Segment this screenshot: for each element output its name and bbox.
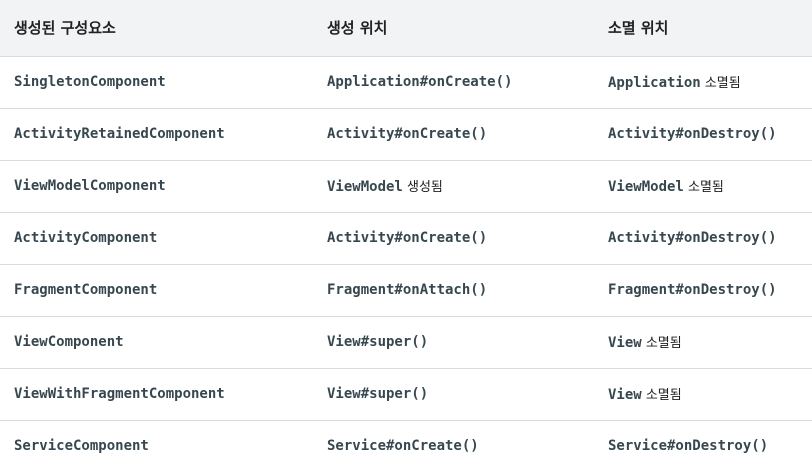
created-cell: Application#onCreate() (313, 56, 594, 109)
component-cell: ActivityRetainedComponent (0, 108, 313, 161)
component-cell: ViewWithFragmentComponent (0, 368, 313, 421)
destroyed-text: 소멸됨 (641, 336, 682, 351)
component-name: ViewComponent (14, 334, 124, 350)
destroyed-cell: Fragment#onDestroy() (594, 264, 812, 317)
table-header: 생성된 구성요소 생성 위치 소멸 위치 (0, 0, 812, 57)
header-generated-component: 생성된 구성요소 (0, 0, 313, 57)
table-row: ServiceComponent Service#onCreate() Serv… (0, 420, 812, 472)
created-code: Activity#onCreate() (327, 230, 488, 246)
created-cell: Activity#onCreate() (313, 108, 594, 161)
destroyed-cell: Activity#onDestroy() (594, 108, 812, 161)
table-row: ActivityComponent Activity#onCreate() Ac… (0, 212, 812, 265)
created-code: Application#onCreate() (327, 74, 513, 90)
destroyed-code: Activity#onDestroy() (608, 230, 777, 246)
component-name: FragmentComponent (14, 282, 158, 298)
destroyed-code: Activity#onDestroy() (608, 126, 777, 142)
created-text: 생성됨 (402, 180, 443, 195)
table-row: SingletonComponent Application#onCreate(… (0, 56, 812, 109)
component-cell: FragmentComponent (0, 264, 313, 317)
destroyed-cell: Activity#onDestroy() (594, 212, 812, 265)
destroyed-cell: View 소멸됨 (594, 368, 812, 421)
destroyed-cell: View 소멸됨 (594, 316, 812, 369)
destroyed-code: Application (608, 75, 701, 91)
table-row: ActivityRetainedComponent Activity#onCre… (0, 108, 812, 161)
table-row: ViewComponent View#super() View 소멸됨 (0, 316, 812, 369)
destroyed-text: 소멸됨 (683, 180, 724, 195)
header-row: 생성된 구성요소 생성 위치 소멸 위치 (0, 0, 812, 57)
created-cell: Activity#onCreate() (313, 212, 594, 265)
destroyed-cell: Application 소멸됨 (594, 56, 812, 109)
destroyed-code: ViewModel (608, 179, 684, 195)
component-name: SingletonComponent (14, 74, 166, 90)
destroyed-cell: ViewModel 소멸됨 (594, 160, 812, 213)
component-name: ViewModelComponent (14, 178, 166, 194)
created-cell: View#super() (313, 368, 594, 421)
component-lifetime-table: 생성된 구성요소 생성 위치 소멸 위치 SingletonComponent … (0, 0, 812, 472)
component-cell: ServiceComponent (0, 420, 313, 472)
created-code: Service#onCreate() (327, 438, 479, 455)
component-cell: ActivityComponent (0, 212, 313, 265)
created-code: ViewModel (327, 179, 403, 195)
created-cell: Fragment#onAttach() (313, 264, 594, 317)
component-name: ActivityRetainedComponent (14, 126, 225, 142)
destroyed-cell: Service#onDestroy() (594, 420, 812, 472)
destroyed-text: 소멸됨 (641, 388, 682, 403)
component-cell: ViewModelComponent (0, 160, 313, 213)
destroyed-code: Fragment#onDestroy() (608, 282, 777, 298)
table-row: ViewWithFragmentComponent View#super() V… (0, 368, 812, 421)
table-row: ViewModelComponent ViewModel 생성됨 ViewMod… (0, 160, 812, 213)
created-code: Fragment#onAttach() (327, 282, 488, 298)
created-cell: Service#onCreate() (313, 420, 594, 472)
header-creation-point: 생성 위치 (313, 0, 594, 57)
header-destruction-point: 소멸 위치 (594, 0, 812, 57)
table-row: FragmentComponent Fragment#onAttach() Fr… (0, 264, 812, 317)
component-name: ActivityComponent (14, 230, 158, 246)
component-name: ViewWithFragmentComponent (14, 386, 225, 402)
destroyed-code: View (608, 335, 642, 351)
created-cell: View#super() (313, 316, 594, 369)
created-code: View#super() (327, 334, 429, 350)
component-cell: ViewComponent (0, 316, 313, 369)
created-code: Activity#onCreate() (327, 126, 488, 142)
component-name: ServiceComponent (14, 438, 149, 455)
destroyed-text: 소멸됨 (700, 76, 741, 91)
table-body: SingletonComponent Application#onCreate(… (0, 56, 812, 472)
destroyed-code: Service#onDestroy() (608, 438, 769, 455)
destroyed-code: View (608, 387, 642, 403)
component-cell: SingletonComponent (0, 56, 313, 109)
created-cell: ViewModel 생성됨 (313, 160, 594, 213)
created-code: View#super() (327, 386, 429, 402)
